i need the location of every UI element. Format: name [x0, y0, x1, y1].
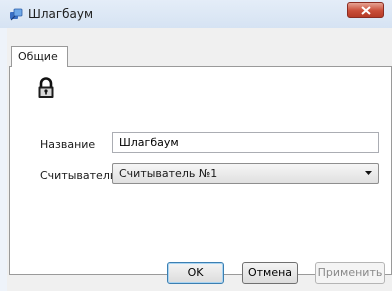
close-icon [361, 6, 371, 15]
close-button[interactable] [347, 2, 384, 18]
reader-select[interactable]: Считыватель №1 [112, 163, 379, 184]
window-title: Шлагбаум [28, 7, 94, 21]
name-label: Название [40, 138, 96, 151]
dialog-client-area: Общие Название Считыватель Считыватель №… [7, 28, 392, 291]
tab-general[interactable]: Общие [11, 46, 68, 67]
cancel-button[interactable]: Отмена [242, 262, 298, 284]
reader-app-icon [9, 7, 23, 21]
tab-general-label: Общие [18, 50, 58, 63]
ok-button[interactable]: OK [167, 262, 224, 284]
dialog-window: Шлагбаум Общие Название Считыватель Счит… [0, 0, 392, 291]
title-bar[interactable]: Шлагбаум [0, 0, 392, 28]
reader-select-value: Считыватель №1 [119, 167, 218, 180]
lock-icon [37, 77, 55, 102]
name-input[interactable] [112, 132, 379, 153]
apply-button[interactable]: Применить [315, 262, 385, 284]
chevron-down-icon [365, 171, 372, 175]
reader-label: Считыватель [40, 169, 117, 182]
